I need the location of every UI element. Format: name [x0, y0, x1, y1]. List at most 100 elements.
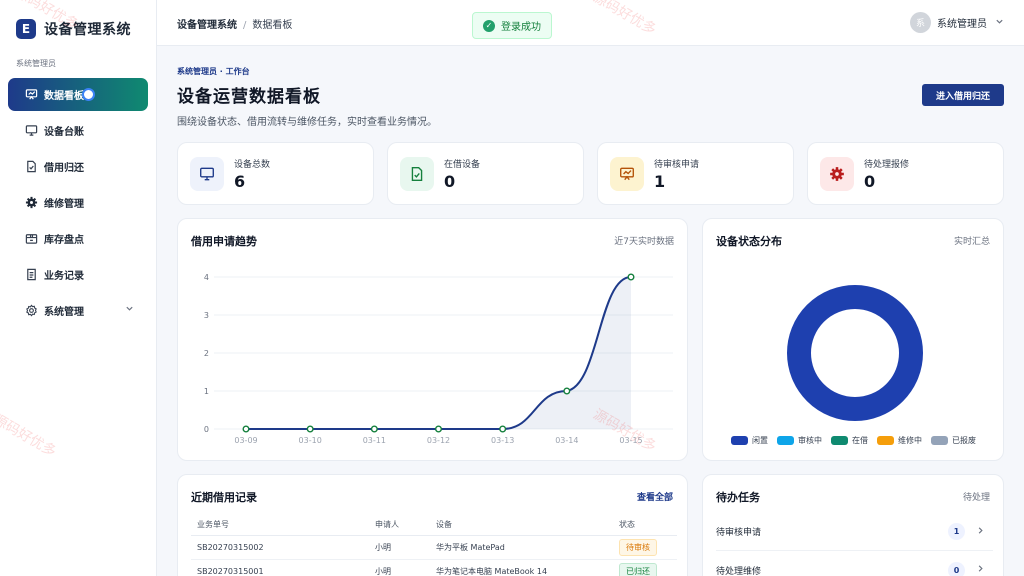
box-icon	[24, 232, 38, 246]
data-point	[499, 425, 507, 433]
stat-card-total[interactable]: 设备总数 6	[177, 142, 374, 205]
y-tick-label: 3	[204, 311, 209, 320]
pie-slice	[787, 285, 923, 421]
chart-board-icon	[24, 88, 38, 102]
sidebar-item-records[interactable]: 业务记录	[8, 258, 148, 291]
status-badge: 已归还	[619, 562, 657, 576]
legend-swatch	[931, 436, 948, 445]
sidebar-nav: 数据看板 设备台账 借用归还 维修管理 库存盘点 业务记录 系统管理	[8, 78, 148, 330]
success-toast: ✓ 登录成功	[472, 12, 552, 39]
chevron-down-icon	[995, 17, 1004, 29]
chevron-right-icon	[976, 526, 985, 538]
todo-label: 待处理维修	[716, 566, 762, 576]
sidebar-item-devices[interactable]: 设备台账	[8, 114, 148, 147]
table-header-row: 业务单号 申请人 设备 状态	[191, 515, 677, 536]
todo-item-repair[interactable]: 待处理维修 0	[716, 551, 993, 576]
list-document-icon	[24, 268, 38, 282]
record-applicant: 小明	[369, 559, 430, 576]
breadcrumb-root[interactable]: 设备管理系统	[177, 20, 237, 31]
trend-line-chart: 0 1 2 3 4 03-09 03-10 03-11 03-12 03-13 03-14 03-15	[204, 273, 673, 445]
status-donut-chart	[787, 285, 923, 421]
sidebar-item-inventory[interactable]: 库存盘点	[8, 222, 148, 255]
sidebar-item-repair[interactable]: 维修管理	[8, 186, 148, 219]
active-indicator	[82, 88, 95, 101]
page-title: 设备运营数据看板	[177, 87, 321, 107]
stat-value: 0	[864, 172, 876, 191]
legend-item[interactable]: 已报废	[931, 435, 976, 446]
app-title: 设备管理系统	[44, 22, 131, 38]
legend-swatch	[831, 436, 848, 445]
record-number: SB20270315001	[191, 559, 369, 576]
borrow-return-button[interactable]: 进入借用归还	[922, 84, 1004, 106]
breadcrumb-current: 数据看板	[252, 20, 293, 31]
stat-label: 待处理报修	[864, 160, 910, 170]
todo-count-badge: 1	[948, 523, 965, 540]
todo-card: 待办任务 待处理 待审核申请 1 待处理维修 0	[702, 474, 1004, 576]
user-menu[interactable]: 系 系统管理员	[910, 12, 1004, 33]
todo-title: 待办任务	[716, 491, 760, 504]
breadcrumb-separator: /	[243, 20, 247, 31]
y-tick-label: 2	[204, 349, 209, 358]
stat-card-pending-review[interactable]: 待审核申请 1	[597, 142, 794, 205]
legend-item[interactable]: 在借	[831, 435, 868, 446]
table-row[interactable]: SB20270315001 小明 华为笔记本电脑 MateBook 14 已归还	[191, 559, 677, 576]
settings-icon	[24, 304, 38, 318]
data-point	[306, 425, 314, 433]
toast-message: 登录成功	[501, 22, 541, 33]
sidebar-item-label: 库存盘点	[44, 235, 84, 246]
todo-label: 待审核申请	[716, 528, 762, 538]
legend-item[interactable]: 闲置	[731, 435, 768, 446]
legend-item[interactable]: 审核中	[777, 435, 822, 446]
stat-card-pending-repair[interactable]: 待处理报修 0	[807, 142, 1004, 205]
chevron-down-icon	[125, 304, 134, 316]
status-chart-card: 设备状态分布 实时汇总 闲置 审核中 在借 维修中 已报废	[702, 218, 1004, 461]
legend-label: 闲置	[752, 436, 768, 445]
stat-label: 在借设备	[444, 160, 481, 170]
sidebar-item-borrow[interactable]: 借用归还	[8, 150, 148, 183]
x-tick-label: 03-10	[299, 436, 322, 445]
stat-label: 待审核申请	[654, 160, 700, 170]
data-point	[627, 273, 635, 281]
sidebar-item-label: 业务记录	[44, 271, 84, 282]
gear-icon	[820, 157, 854, 191]
document-check-icon	[400, 157, 434, 191]
sidebar-item-label: 设备台账	[44, 127, 84, 138]
stat-value: 6	[234, 172, 246, 191]
gear-icon	[24, 196, 38, 210]
legend-swatch	[777, 436, 794, 445]
x-tick-label: 03-14	[555, 436, 578, 445]
sidebar-item-dashboard[interactable]: 数据看板	[8, 78, 148, 111]
sidebar: E 设备管理系统 系统管理员 数据看板 设备台账 借用归还 维修管理 库存盘点 …	[0, 0, 157, 576]
stat-value: 0	[444, 172, 456, 191]
sidebar-item-label: 系统管理	[44, 307, 84, 318]
stat-card-borrowed[interactable]: 在借设备 0	[387, 142, 584, 205]
record-device: 华为笔记本电脑 MateBook 14	[430, 559, 613, 576]
record-applicant: 小明	[369, 535, 430, 560]
record-number: SB20270315002	[191, 535, 369, 560]
easel-icon	[610, 157, 644, 191]
logo-badge: E	[16, 19, 36, 39]
data-point	[370, 425, 378, 433]
todo-item-review[interactable]: 待审核申请 1	[716, 513, 993, 551]
chevron-right-icon	[976, 564, 985, 576]
check-circle-icon: ✓	[483, 19, 495, 32]
sidebar-item-system[interactable]: 系统管理	[8, 294, 148, 327]
records-table: 业务单号 申请人 设备 状态 SB20270315002 小明 华为平板 Mat…	[191, 515, 677, 576]
sidebar-item-label: 借用归还	[44, 163, 84, 174]
table-row[interactable]: SB20270315002 小明 华为平板 MatePad 待审核	[191, 535, 677, 560]
todo-count-badge: 0	[948, 561, 965, 576]
x-tick-label: 03-09	[234, 436, 257, 445]
stat-label: 设备总数	[234, 160, 271, 170]
legend-label: 维修中	[898, 436, 922, 445]
legend-swatch	[877, 436, 894, 445]
todo-subtitle: 待处理	[962, 493, 990, 503]
app-logo[interactable]: E 设备管理系统	[16, 19, 131, 39]
breadcrumb: 设备管理系统 / 数据看板	[177, 16, 292, 31]
trend-chart-card: 借用申请趋势 近7天实时数据 0 1 2 3 4 03-09 03-10 03-11 03-12…	[177, 218, 688, 461]
recent-records-card: 近期借用记录 查看全部 业务单号 申请人 设备 状态 SB20270315002…	[177, 474, 688, 576]
legend-item[interactable]: 维修中	[877, 435, 922, 446]
view-all-link[interactable]: 查看全部	[637, 490, 673, 503]
x-tick-label: 03-15	[619, 436, 642, 445]
x-tick-label: 03-11	[363, 436, 386, 445]
top-bar: 设备管理系统 / 数据看板 ✓ 登录成功 系 系统管理员	[157, 0, 1024, 46]
